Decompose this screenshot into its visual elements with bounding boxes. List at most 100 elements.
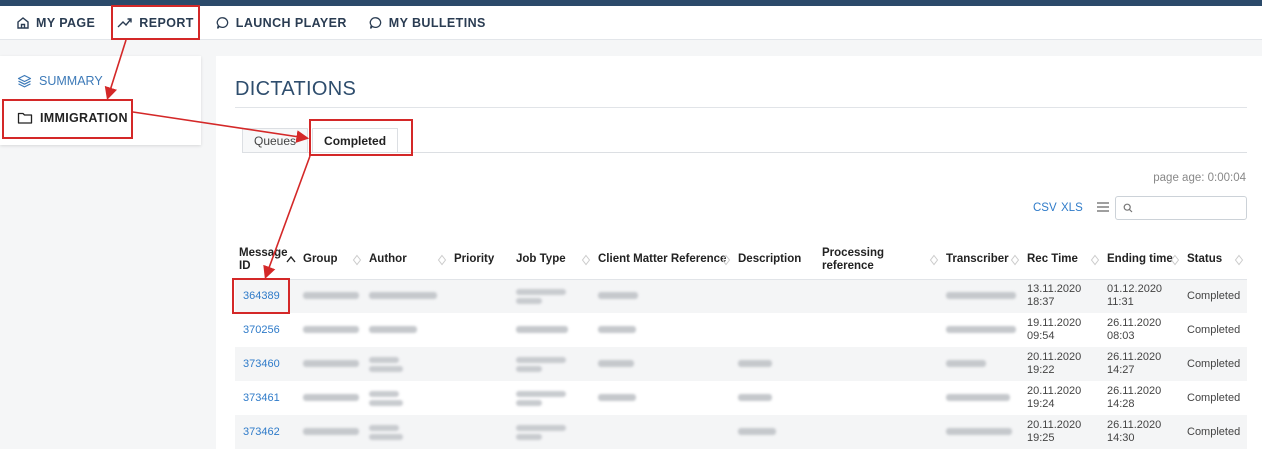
rec-time-cell: 13.11.2020 18:37 [1023, 279, 1103, 313]
rec-time-cell: 19.11.2020 09:54 [1027, 317, 1082, 342]
column-header-client-matter-reference[interactable]: Client Matter Reference [594, 241, 734, 280]
column-header-message-id[interactable]: Message ID [235, 241, 299, 280]
ending-time-cell: 26.11.2020 14:27 [1103, 347, 1183, 381]
csv-export-link[interactable]: CSV [1033, 202, 1057, 214]
sort-icon [1170, 254, 1180, 266]
redacted-cell [299, 381, 365, 415]
column-header-status[interactable]: Status [1183, 241, 1247, 280]
tab-queues[interactable]: Queues [242, 128, 309, 152]
redacted-cell [299, 279, 365, 313]
redacted-cell [942, 415, 1023, 449]
sidebar-item-summary-label: SUMMARY [39, 74, 103, 88]
nav-my-bulletins[interactable]: MY BULLETINS [358, 6, 497, 40]
redacted-cell [365, 313, 450, 347]
empty-cell [450, 381, 512, 415]
empty-cell [594, 415, 734, 449]
layers-icon [17, 74, 32, 88]
search-box[interactable] [1115, 196, 1247, 220]
column-header-description[interactable]: Description [734, 241, 818, 280]
table-row[interactable]: 373461 20.11.2020 19:24 26.11.2020 14:28… [235, 381, 1247, 415]
empty-cell [734, 313, 818, 347]
redacted-cell [734, 381, 818, 415]
message-id-link[interactable]: 370256 [235, 313, 299, 347]
search-icon [1123, 203, 1133, 213]
table-row[interactable]: 373460 20.11.2020 19:22 26.11.2020 14:27… [235, 347, 1247, 381]
ending-time-cell: 26.11.2020 14:30 [1103, 415, 1183, 449]
sort-icon [437, 254, 447, 266]
tab-completed[interactable]: Completed [312, 128, 399, 152]
empty-cell [734, 279, 818, 313]
sort-icon [1234, 254, 1244, 266]
column-header-rec-time[interactable]: Rec Time [1023, 241, 1103, 280]
nav-my-bulletins-label: MY BULLETINS [388, 15, 486, 30]
column-header-priority[interactable]: Priority [450, 241, 512, 280]
redacted-cell [299, 415, 365, 449]
redacted-cell [734, 415, 818, 449]
message-id-link[interactable]: 373460 [235, 347, 299, 381]
sidebar-item-immigration[interactable]: IMMIGRATION [17, 111, 128, 125]
empty-cell [818, 279, 942, 313]
redacted-cell [512, 279, 594, 313]
sort-icon [721, 254, 731, 266]
nav-report-label: REPORT [139, 15, 194, 30]
chat-icon [369, 16, 382, 29]
trend-icon [117, 17, 132, 27]
empty-cell [450, 279, 512, 313]
ending-time-cell: 01.12.2020 11:31 [1103, 279, 1183, 313]
column-header-processing-reference[interactable]: Processing reference [818, 241, 942, 280]
message-id-link[interactable]: 373462 [235, 415, 299, 449]
nav-report[interactable]: REPORT [106, 6, 205, 40]
sort-icon [1090, 254, 1100, 266]
empty-cell [450, 415, 512, 449]
redacted-cell [734, 347, 818, 381]
message-id-link[interactable]: 364389 [235, 279, 299, 313]
nav-launch-player[interactable]: LAUNCH PLAYER [205, 6, 358, 40]
redacted-cell [594, 347, 734, 381]
column-header-author[interactable]: Author [365, 241, 450, 280]
redacted-cell [365, 415, 450, 449]
xls-export-link[interactable]: XLS [1061, 202, 1083, 214]
rec-time-cell: 20.11.2020 19:22 [1023, 347, 1103, 381]
empty-cell [818, 381, 942, 415]
table-row[interactable]: 373462 20.11.2020 19:25 26.11.2020 14:30… [235, 415, 1247, 449]
column-menu-icon[interactable] [1096, 201, 1110, 213]
empty-cell [818, 347, 942, 381]
redacted-cell [512, 415, 594, 449]
redacted-cell [299, 347, 365, 381]
top-navigation: MY PAGE REPORT LAUNCH PLAYER MY BULLETIN… [0, 6, 1262, 40]
sort-icon [581, 254, 591, 266]
page-age: page age: 0:00:04 [1153, 172, 1246, 184]
empty-cell [450, 347, 512, 381]
nav-my-page[interactable]: MY PAGE [16, 6, 106, 40]
home-icon [17, 16, 29, 29]
redacted-cell [942, 279, 1023, 313]
dictations-table: Message ID Group Author Priority Job Typ… [235, 241, 1247, 449]
ending-time-cell: 26.11.2020 14:28 [1107, 385, 1162, 410]
search-input[interactable] [1136, 199, 1241, 217]
redacted-cell [942, 347, 1023, 381]
redacted-cell [512, 347, 594, 381]
sidebar-item-summary[interactable]: SUMMARY [17, 74, 103, 88]
empty-cell [450, 313, 512, 347]
redacted-cell [942, 381, 1023, 415]
redacted-cell [594, 313, 734, 347]
folder-icon [17, 112, 33, 124]
table-row[interactable]: 364389 13.11.2020 18:37 01.12.2020 11:31… [235, 279, 1247, 313]
redacted-cell [365, 279, 450, 313]
table-row[interactable]: 370256 19.11.2020 09:54 26.11.2020 08:03… [235, 313, 1247, 347]
title-divider [235, 107, 1247, 108]
main-content: DICTATIONS Queues Completed page age: 0:… [216, 56, 1262, 449]
column-header-job-type[interactable]: Job Type [512, 241, 594, 280]
redacted-cell [942, 313, 1023, 347]
empty-cell [818, 313, 942, 347]
column-header-ending-time[interactable]: Ending time [1103, 241, 1183, 280]
status-cell: Completed [1187, 323, 1241, 336]
sort-icon [1010, 254, 1020, 266]
message-id-link[interactable]: 373461 [235, 381, 299, 415]
status-cell: Completed [1183, 415, 1247, 449]
rec-time-cell: 20.11.2020 19:24 [1027, 385, 1082, 410]
column-header-transcriber[interactable]: Transcriber [942, 241, 1023, 280]
chat-icon [216, 16, 229, 29]
tab-bar: Queues Completed [242, 128, 399, 152]
column-header-group[interactable]: Group [299, 241, 365, 280]
